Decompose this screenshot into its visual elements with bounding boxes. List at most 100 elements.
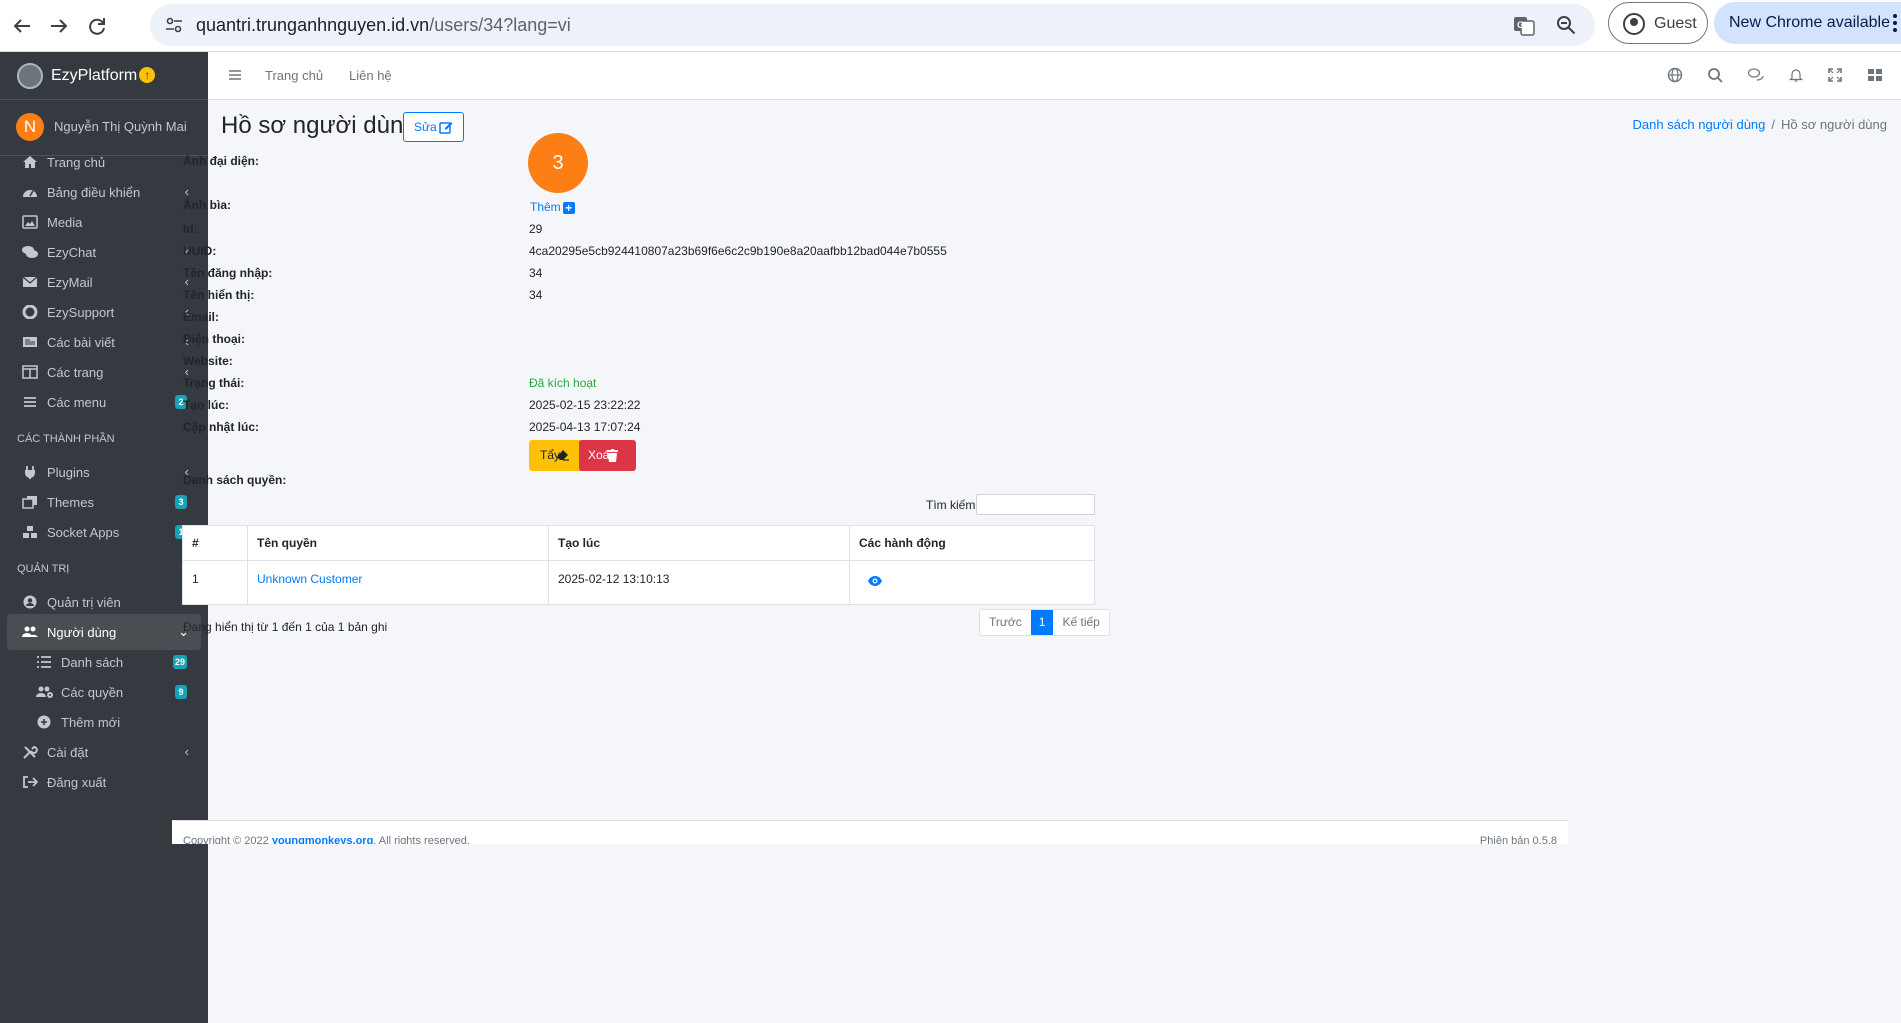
- top-navbar: Trang chủ Liên hệ: [208, 52, 1901, 100]
- sidebar-menu: Trang chủ Bảng điều khiển ‹ Media EzyCha…: [0, 155, 208, 800]
- zoom-icon[interactable]: [1555, 14, 1577, 36]
- sidebar-item-socket-apps[interactable]: Socket Apps 1: [7, 514, 201, 550]
- messages-icon[interactable]: [1748, 67, 1764, 83]
- globe-icon[interactable]: [1667, 67, 1683, 83]
- id-label: Id:: [183, 222, 198, 236]
- footer-org-link[interactable]: youngmonkeys.org: [272, 835, 373, 844]
- plus-square-icon: +: [562, 202, 575, 214]
- profile-avatar: 3: [528, 133, 588, 193]
- nav-link-home[interactable]: Trang chủ: [265, 68, 323, 83]
- table-header-row: # Tên quyền Tạo lúc Các hành động: [182, 525, 1095, 561]
- pagination-page[interactable]: 1: [1030, 610, 1054, 635]
- sign-out-icon: [22, 775, 39, 789]
- edit-button[interactable]: Sửa: [403, 112, 464, 142]
- nav-link-contact[interactable]: Liên hệ: [349, 68, 392, 83]
- profile-label: Guest: [1654, 15, 1697, 32]
- eye-icon[interactable]: [868, 576, 882, 586]
- delete-button[interactable]: Xoá: [579, 440, 636, 471]
- grid-icon[interactable]: [1867, 67, 1883, 83]
- url-text[interactable]: quantri.trunganhnguyen.id.vn/users/34?la…: [196, 15, 571, 36]
- count-badge: 3: [175, 495, 187, 509]
- pagination-previous[interactable]: Trước: [980, 610, 1031, 635]
- users-cog-icon: [36, 685, 53, 699]
- roles-heading: Danh sách quyền:: [183, 473, 287, 487]
- status-value: Đã kích hoạt: [529, 376, 597, 390]
- image-icon: [22, 215, 38, 229]
- status-label: Trạng thái:: [183, 376, 245, 390]
- roles-table: # Tên quyền Tạo lúc Các hành động 1 Unkn…: [182, 525, 1095, 605]
- browser-toolbar: quantri.trunganhnguyen.id.vn/users/34?la…: [0, 0, 1901, 52]
- address-bar[interactable]: quantri.trunganhnguyen.id.vn/users/34?la…: [150, 4, 1595, 46]
- plus-circle-icon: [36, 715, 52, 729]
- list-icon: [36, 655, 52, 669]
- logo-icon: [17, 63, 43, 89]
- updated-label: Cập nhật lúc:: [183, 420, 260, 434]
- back-icon[interactable]: [6, 10, 38, 42]
- breadcrumb-current: Hồ sơ người dùng: [1781, 117, 1887, 132]
- column-header-created[interactable]: Tạo lúc: [548, 525, 850, 561]
- count-badge: 9: [175, 685, 187, 699]
- edit-icon: [439, 122, 453, 134]
- breadcrumb-user-list[interactable]: Danh sách người dùng: [1633, 117, 1766, 132]
- search-icon[interactable]: [1707, 67, 1723, 83]
- display-name-label: Tên hiển thị:: [183, 288, 255, 302]
- role-name-cell: Unknown Customer: [247, 560, 549, 605]
- sidebar-item-logout[interactable]: Đăng xuất: [7, 764, 201, 800]
- columns-icon: [22, 365, 38, 379]
- website-label: Website:: [183, 354, 233, 368]
- count-badge: 29: [172, 655, 187, 669]
- trash-icon: [607, 449, 618, 462]
- section-header-admin: QUẢN TRỊ: [17, 563, 70, 575]
- more-icon[interactable]: [1893, 14, 1897, 32]
- tools-icon: [22, 745, 38, 759]
- user-name[interactable]: Nguyễn Thị Quỳnh Mai: [54, 119, 187, 134]
- brand-link[interactable]: EzyPlatform ↑: [0, 52, 208, 100]
- fullscreen-icon[interactable]: [1827, 67, 1843, 83]
- dashboard-icon: [22, 185, 38, 199]
- uuid-label: UUID:: [183, 244, 217, 258]
- site-settings-icon[interactable]: [164, 15, 184, 35]
- profile-button[interactable]: Guest: [1608, 2, 1708, 44]
- translate-icon[interactable]: G: [1513, 15, 1535, 37]
- page-title: Hồ sơ người dùng: [221, 112, 417, 139]
- username-label: Tên đăng nhập:: [183, 266, 273, 280]
- id-value: 29: [529, 222, 543, 236]
- user-circle-icon: [22, 595, 38, 609]
- forward-icon[interactable]: [43, 10, 75, 42]
- created-value: 2025-02-15 23:22:22: [529, 398, 641, 412]
- update-chrome-button[interactable]: New Chrome available: [1714, 2, 1901, 44]
- menu-toggle-icon[interactable]: [229, 69, 241, 81]
- bars-icon: [22, 395, 38, 409]
- role-actions-cell: [849, 560, 1095, 605]
- bell-icon[interactable]: [1788, 67, 1804, 83]
- table-row: 1 Unknown Customer 2025-02-12 13:10:13: [182, 560, 1095, 605]
- sidebar: EzyPlatform ↑ N Nguyễn Thị Quỳnh Mai Tran…: [0, 52, 208, 1023]
- created-label: Tạo lúc:: [183, 398, 230, 412]
- email-label: Email:: [183, 310, 220, 324]
- chevron-left-icon: ‹: [184, 744, 189, 759]
- username-value: 34: [529, 266, 543, 280]
- pagination-next[interactable]: Kế tiếp: [1053, 610, 1108, 635]
- users-icon: [22, 625, 38, 639]
- row-number: 1: [182, 560, 248, 605]
- svg-text:G: G: [1517, 20, 1524, 30]
- avatar: N: [16, 113, 44, 141]
- search-label: Tìm kiếm:: [926, 498, 979, 512]
- copyright-text: Copyright © 2022 youngmonkeys.org. All r…: [183, 835, 470, 844]
- updated-value: 2025-04-13 17:07:24: [529, 420, 641, 434]
- display-name-value: 34: [529, 288, 543, 302]
- sidebar-item-menus[interactable]: Các menu 2: [7, 384, 201, 420]
- breadcrumb: Danh sách người dùng / Hồ sơ người dùng: [1632, 117, 1887, 132]
- role-name-link[interactable]: Unknown Customer: [257, 572, 362, 586]
- plug-icon: [22, 465, 38, 479]
- column-header-role-name[interactable]: Tên quyền: [247, 525, 549, 561]
- add-cover-link[interactable]: Thêm +: [530, 200, 575, 214]
- search-input[interactable]: [976, 494, 1095, 515]
- reload-icon[interactable]: [81, 10, 113, 42]
- upgrade-icon[interactable]: ↑: [139, 67, 156, 83]
- lifebuoy-icon: [22, 304, 38, 320]
- column-header-number[interactable]: #: [182, 525, 248, 561]
- cover-label: Ảnh bìa:: [183, 198, 231, 212]
- clone-icon: [22, 495, 38, 509]
- pagination: Trước 1 Kế tiếp: [979, 609, 1110, 636]
